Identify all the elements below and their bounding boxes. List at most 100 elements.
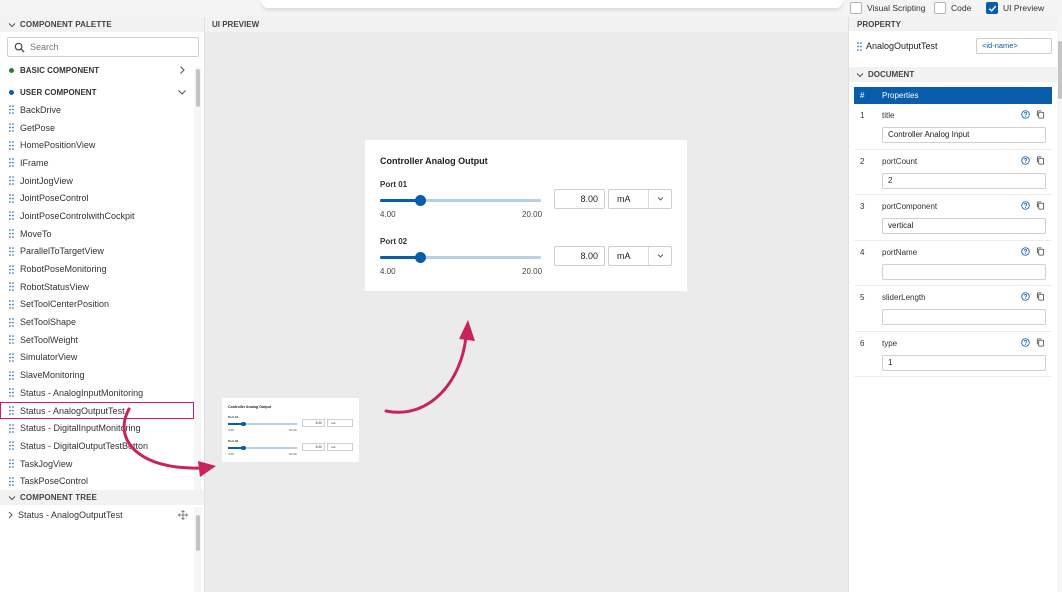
- port-1-slider[interactable]: [380, 195, 541, 206]
- palette-item[interactable]: Status - AnalogOutputTest: [0, 401, 194, 420]
- port-2-value-input[interactable]: 8.00: [554, 246, 605, 266]
- palette-item[interactable]: JointPoseControlwithCockpit: [0, 207, 194, 225]
- basic-component-category[interactable]: BASIC COMPONENT: [0, 62, 194, 78]
- copy-icon[interactable]: [1036, 292, 1045, 301]
- palette-item[interactable]: Status - DigitalInputMonitoring: [0, 419, 194, 437]
- property-scrollbar-track[interactable]: [1057, 17, 1062, 592]
- help-icon[interactable]: [1021, 155, 1030, 165]
- user-category-label: USER COMPONENT: [20, 87, 97, 97]
- property-value-input[interactable]: 1: [882, 354, 1046, 371]
- thumbnail-port-1-max: 20.00: [289, 428, 297, 432]
- palette-item[interactable]: HomePositionView: [0, 136, 194, 154]
- visual-scripting-checkbox[interactable]: [850, 2, 862, 14]
- palette-item[interactable]: TaskJogView: [0, 455, 194, 473]
- tree-node-root[interactable]: Status - AnalogOutputTest: [0, 507, 194, 523]
- palette-scrollbar-track[interactable]: [194, 67, 202, 490]
- port-2-slider-handle[interactable]: [415, 252, 427, 263]
- code-checkbox[interactable]: [934, 2, 946, 14]
- help-icon[interactable]: [1021, 337, 1030, 347]
- port-1-value-input[interactable]: 8.00: [554, 189, 605, 209]
- copy-icon[interactable]: [1036, 246, 1045, 256]
- drag-preview-thumbnail[interactable]: Controller Analog Output Port 01 8.00 mA…: [222, 398, 359, 462]
- property-name: type: [882, 338, 898, 348]
- palette-item[interactable]: JointJogView: [0, 172, 194, 190]
- palette-item[interactable]: Status - DigitalOutputTestButton: [0, 437, 194, 455]
- palette-item[interactable]: BackDrive: [0, 101, 194, 119]
- port-2-label: Port 02: [380, 237, 408, 246]
- ui-preview-checkbox[interactable]: [986, 2, 998, 14]
- palette-item[interactable]: RobotPoseMonitoring: [0, 260, 194, 278]
- user-category-dot: [9, 89, 14, 95]
- property-value-input[interactable]: Controller Analog Input: [882, 127, 1046, 143]
- property-value-input[interactable]: 2: [882, 172, 1046, 189]
- drag-handle-icon: [9, 441, 14, 451]
- palette-item[interactable]: SimulatorView: [0, 349, 194, 367]
- help-icon[interactable]: [1021, 110, 1030, 119]
- port-2-slider[interactable]: [380, 252, 541, 263]
- document-header[interactable]: DOCUMENT: [849, 67, 1057, 82]
- copy-icon[interactable]: [1036, 201, 1045, 210]
- top-drop-shadow: [262, 0, 842, 8]
- palette-item-label: RobotStatusView: [20, 281, 89, 292]
- help-icon[interactable]: [1021, 201, 1030, 210]
- palette-item[interactable]: TaskPoseControl: [0, 472, 194, 490]
- copy-icon[interactable]: [1036, 337, 1045, 347]
- thumbnail-port-1-label: Port 01: [228, 415, 239, 419]
- drag-handle-icon: [9, 229, 14, 238]
- thumbnail-port-1-unit: mA: [327, 419, 353, 427]
- code-label: Code: [951, 3, 972, 13]
- port-1-min-label: 4.00: [380, 210, 396, 219]
- palette-item-label: BackDrive: [20, 104, 62, 115]
- tree-scrollbar-thumb[interactable]: [196, 515, 200, 551]
- code-toggle[interactable]: Code: [934, 1, 971, 15]
- property-name: title: [882, 111, 895, 120]
- copy-icon[interactable]: [1036, 110, 1045, 119]
- drag-handle-icon: [9, 140, 14, 150]
- property-value-input[interactable]: [882, 309, 1046, 325]
- id-name-input[interactable]: <id-name>: [976, 38, 1052, 54]
- palette-item-label: Status - AnalogOutputTest: [20, 405, 125, 416]
- help-icon[interactable]: [1021, 246, 1030, 256]
- port-2-unit-select[interactable]: mA: [608, 246, 672, 266]
- property-row: 4 portName: [854, 241, 1052, 286]
- port-1-slider-fill: [380, 199, 421, 202]
- component-tree-header[interactable]: COMPONENT TREE: [0, 490, 204, 505]
- component-palette-panel: COMPONENT PALETTE BASIC COMPONENT USER C…: [0, 17, 205, 592]
- palette-item[interactable]: SetToolWeight: [0, 331, 194, 349]
- property-value-input[interactable]: [882, 263, 1046, 280]
- search-input[interactable]: [30, 42, 190, 52]
- palette-item-label: IFrame: [20, 157, 49, 168]
- palette-item[interactable]: GetPose: [0, 119, 194, 137]
- palette-item[interactable]: SlaveMonitoring: [0, 366, 194, 384]
- visual-scripting-toggle[interactable]: Visual Scripting: [850, 1, 925, 15]
- property-index: 2: [860, 156, 865, 166]
- palette-item[interactable]: Status - AnalogInputMonitoring: [0, 384, 194, 402]
- palette-scrollbar-thumb[interactable]: [196, 69, 200, 107]
- property-scrollbar-thumb[interactable]: [1058, 41, 1062, 99]
- property-value-input[interactable]: vertical: [882, 218, 1046, 234]
- property-header: PROPERTY: [849, 17, 1057, 31]
- port-1-slider-handle[interactable]: [415, 195, 427, 206]
- palette-item[interactable]: JointPoseControl: [0, 189, 194, 207]
- chevron-right-icon[interactable]: [7, 511, 14, 519]
- palette-item[interactable]: MoveTo: [0, 225, 194, 243]
- thumbnail-port-2-label: Port 02: [228, 439, 239, 443]
- move-icon[interactable]: [178, 510, 188, 520]
- search-box[interactable]: [7, 37, 199, 57]
- component-palette-header[interactable]: COMPONENT PALETTE: [0, 17, 204, 32]
- index-column-header: #: [860, 91, 865, 100]
- copy-icon[interactable]: [1036, 155, 1045, 165]
- palette-item[interactable]: ParallelToTargetView: [0, 243, 194, 261]
- port-1-unit-select[interactable]: mA: [608, 189, 672, 209]
- palette-item[interactable]: RobotStatusView: [0, 278, 194, 296]
- help-icon[interactable]: [1021, 292, 1030, 301]
- user-component-category[interactable]: USER COMPONENT: [0, 84, 194, 100]
- palette-item[interactable]: IFrame: [0, 154, 194, 172]
- palette-item-label: JointPoseControlwithCockpit: [20, 210, 135, 221]
- chevron-down-icon: [8, 21, 16, 29]
- palette-item[interactable]: SetToolCenterPosition: [0, 296, 194, 314]
- ui-preview-toggle[interactable]: UI Preview: [986, 1, 1044, 15]
- drag-handle-icon: [9, 264, 14, 274]
- visual-scripting-label: Visual Scripting: [867, 3, 926, 13]
- palette-item[interactable]: SetToolShape: [0, 313, 194, 331]
